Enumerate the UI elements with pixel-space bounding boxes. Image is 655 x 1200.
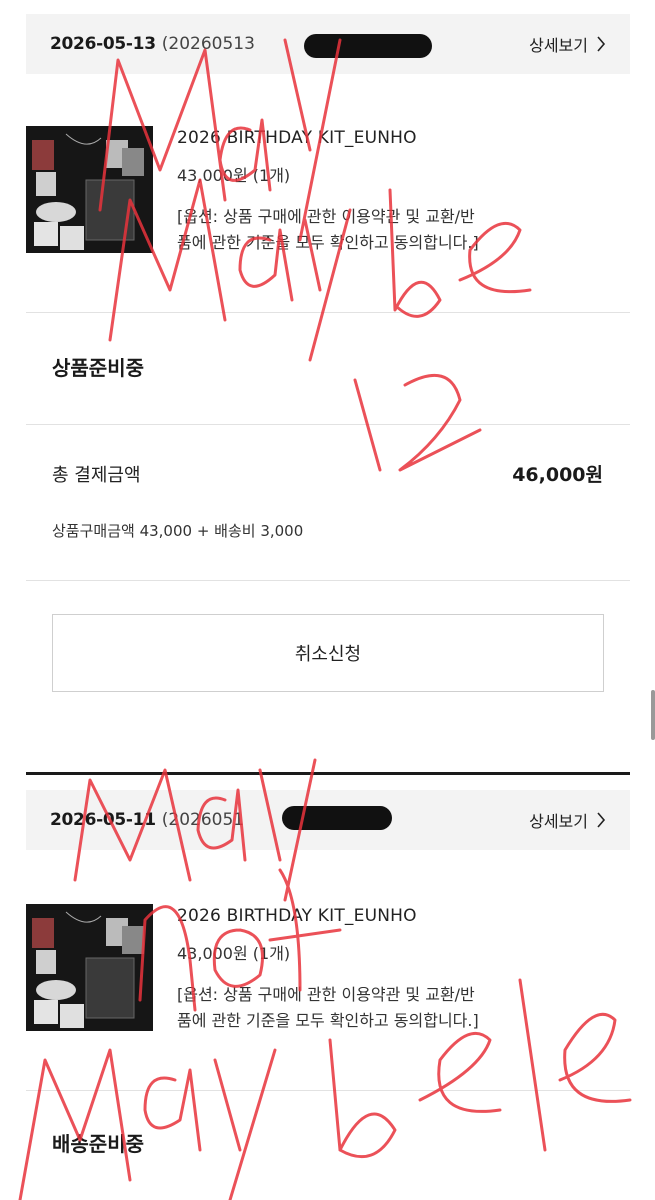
product-thumbnail[interactable] — [26, 904, 153, 1031]
product-option-line: 품에 관한 기준을 모두 확인하고 동의합니다.] — [177, 233, 479, 252]
total-payment-label: 총 결제금액 — [52, 464, 141, 486]
divider — [26, 312, 630, 313]
divider — [26, 1090, 630, 1091]
order-date: 2026-05-11 — [50, 810, 156, 830]
view-details-link[interactable]: 상세보기 — [529, 808, 606, 832]
divider — [26, 424, 630, 425]
view-details-link[interactable]: 상세보기 — [529, 32, 606, 56]
product-name[interactable]: 2026 BIRTHDAY KIT_EUNHO — [177, 128, 577, 148]
redaction-mark — [282, 806, 392, 830]
product-thumbnail[interactable] — [26, 126, 153, 253]
order-item[interactable]: 2026 BIRTHDAY KIT_EUNHO 43,000원 (1개) [옵션… — [26, 126, 630, 256]
product-name[interactable]: 2026 BIRTHDAY KIT_EUNHO — [177, 906, 577, 926]
chevron-right-icon — [597, 812, 606, 828]
product-option-line: 품에 관한 기준을 모두 확인하고 동의합니다.] — [177, 1011, 479, 1030]
divider — [26, 580, 630, 581]
product-option: [옵션: 상품 구매에 관한 이용약관 및 교환/반 품에 관한 기준을 모두 … — [177, 204, 577, 256]
order-date: 2026-05-13 — [50, 34, 156, 54]
product-option-line: [옵션: 상품 구매에 관한 이용약관 및 교환/반 — [177, 985, 475, 1004]
view-details-label: 상세보기 — [529, 812, 588, 831]
product-option-line: [옵션: 상품 구매에 관한 이용약관 및 교환/반 — [177, 207, 475, 226]
product-price: 43,000원 (1개) — [177, 166, 291, 185]
payment-breakdown: 상품구매금액 43,000 + 배송비 3,000 — [52, 522, 304, 540]
order-header: 2026-05-11 (2026051 상세보기 — [26, 790, 630, 850]
chevron-right-icon — [597, 36, 606, 52]
order-status: 배송준비중 — [52, 1132, 144, 1156]
order-number: (20260513 — [161, 34, 255, 54]
order-header: 2026-05-13 (20260513 상세보기 — [26, 14, 630, 74]
cancel-request-button[interactable]: 취소신청 — [52, 614, 604, 692]
view-details-label: 상세보기 — [529, 36, 588, 55]
product-option: [옵션: 상품 구매에 관한 이용약관 및 교환/반 품에 관한 기준을 모두 … — [177, 982, 577, 1034]
order-item[interactable]: 2026 BIRTHDAY KIT_EUNHO 43,000원 (1개) [옵션… — [26, 904, 630, 1034]
total-payment-row: 총 결제금액 46,000원 — [52, 460, 603, 487]
product-price: 43,000원 (1개) — [177, 944, 291, 963]
order-number: (2026051 — [161, 810, 245, 830]
order-separator — [26, 772, 630, 775]
order-status: 상품준비중 — [52, 356, 144, 380]
redaction-mark — [304, 34, 432, 58]
total-payment-amount: 46,000원 — [512, 464, 603, 486]
scrollbar[interactable] — [651, 690, 655, 740]
